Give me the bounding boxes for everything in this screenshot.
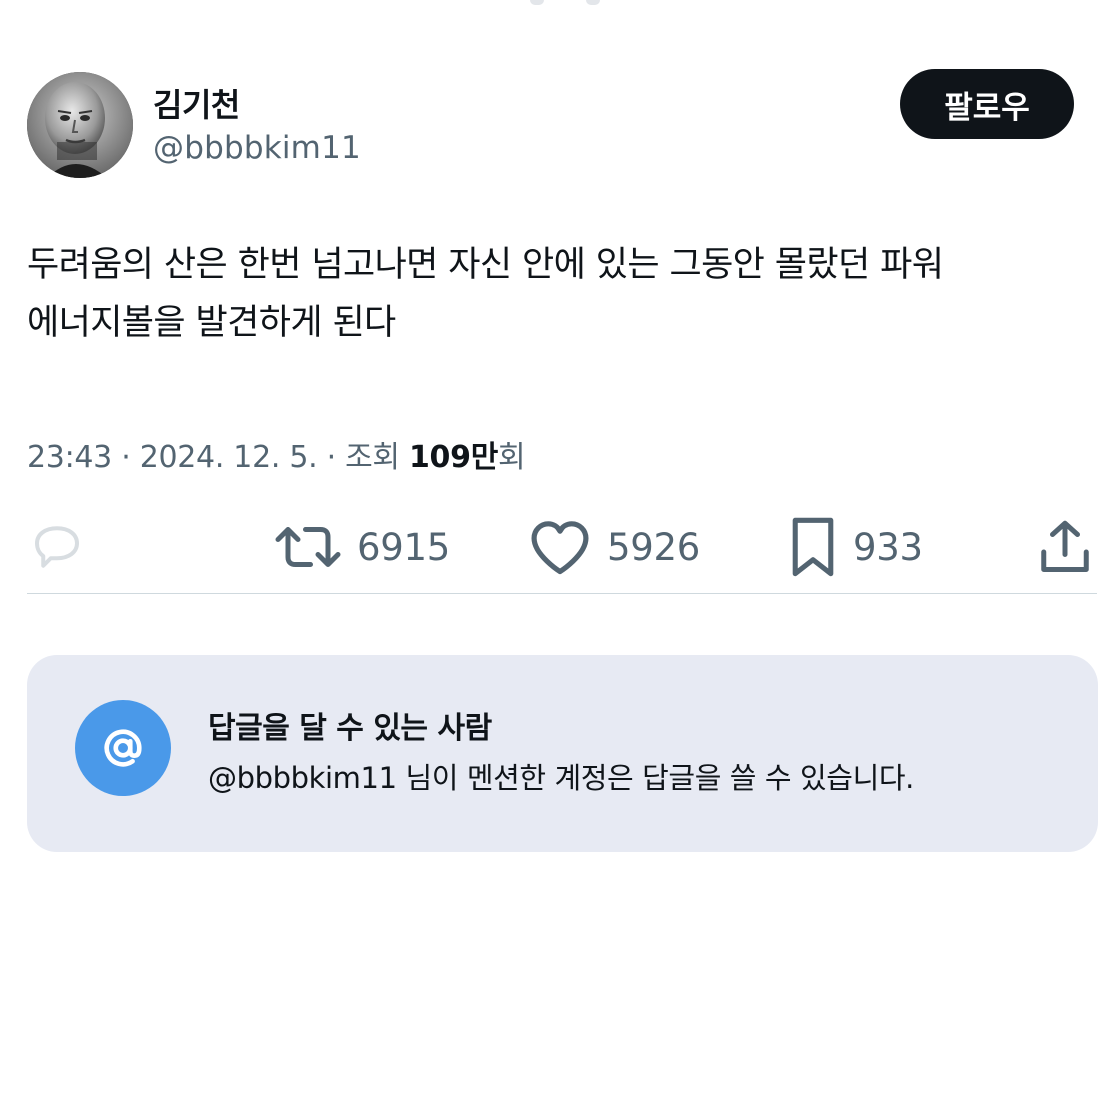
bookmark-icon: [787, 514, 839, 580]
tweet-header: 김기천 @bbbbkim11 팔로우: [27, 69, 1077, 182]
reply-restriction-title: 답글을 달 수 있는 사람: [208, 711, 492, 746]
tweet-text-line-1: 두려움의 산은 한번 넘고나면 자신 안에 있는 그동안 몰랐던 파워: [27, 245, 944, 285]
reply-restriction-card: 답글을 달 수 있는 사람 @bbbbkim11 님이 멘션한 계정은 답글을 …: [27, 655, 1098, 852]
share-icon: [1037, 517, 1093, 577]
views-count: 109만: [408, 440, 498, 475]
retweet-count: 6915: [357, 525, 450, 569]
like-count: 5926: [607, 525, 700, 569]
retweet-button[interactable]: 6915: [273, 512, 450, 582]
bookmark-count: 933: [853, 525, 923, 569]
top-scroll-indicator: [530, 0, 610, 10]
reply-button[interactable]: [27, 512, 87, 582]
follow-button[interactable]: 팔로우: [900, 69, 1074, 139]
reply-restriction-description: @bbbbkim11 님이 멘션한 계정은 답글을 쓸 수 있습니다.: [208, 761, 914, 795]
user-handle[interactable]: @bbbbkim11: [153, 130, 361, 166]
at-icon: [75, 700, 171, 796]
tweet-meta: 23:43 · 2024. 12. 5. · 조회 109만회: [27, 432, 526, 476]
meta-separator: ·: [317, 440, 346, 475]
retweet-icon: [273, 517, 343, 577]
reply-icon: [27, 517, 87, 577]
bookmark-button[interactable]: 933: [787, 512, 923, 582]
views-label: 조회: [345, 440, 400, 475]
meta-separator: ·: [111, 440, 140, 475]
tweet-time[interactable]: 23:43: [27, 440, 112, 475]
tweet-actions: 6915 5926 933: [27, 512, 1097, 582]
tweet-text: 두려움의 산은 한번 넘고나면 자신 안에 있는 그동안 몰랐던 파워 에너지볼…: [27, 236, 1087, 352]
heart-icon: [527, 517, 593, 577]
tweet-text-line-2: 에너지볼을 발견하게 된다: [27, 303, 396, 343]
tweet-date[interactable]: 2024. 12. 5.: [140, 440, 318, 475]
like-button[interactable]: 5926: [527, 512, 700, 582]
avatar[interactable]: [27, 72, 133, 178]
views-suffix: 회: [498, 440, 526, 475]
share-button[interactable]: [1037, 512, 1093, 582]
divider: [27, 593, 1097, 594]
display-name[interactable]: 김기천: [153, 80, 240, 126]
